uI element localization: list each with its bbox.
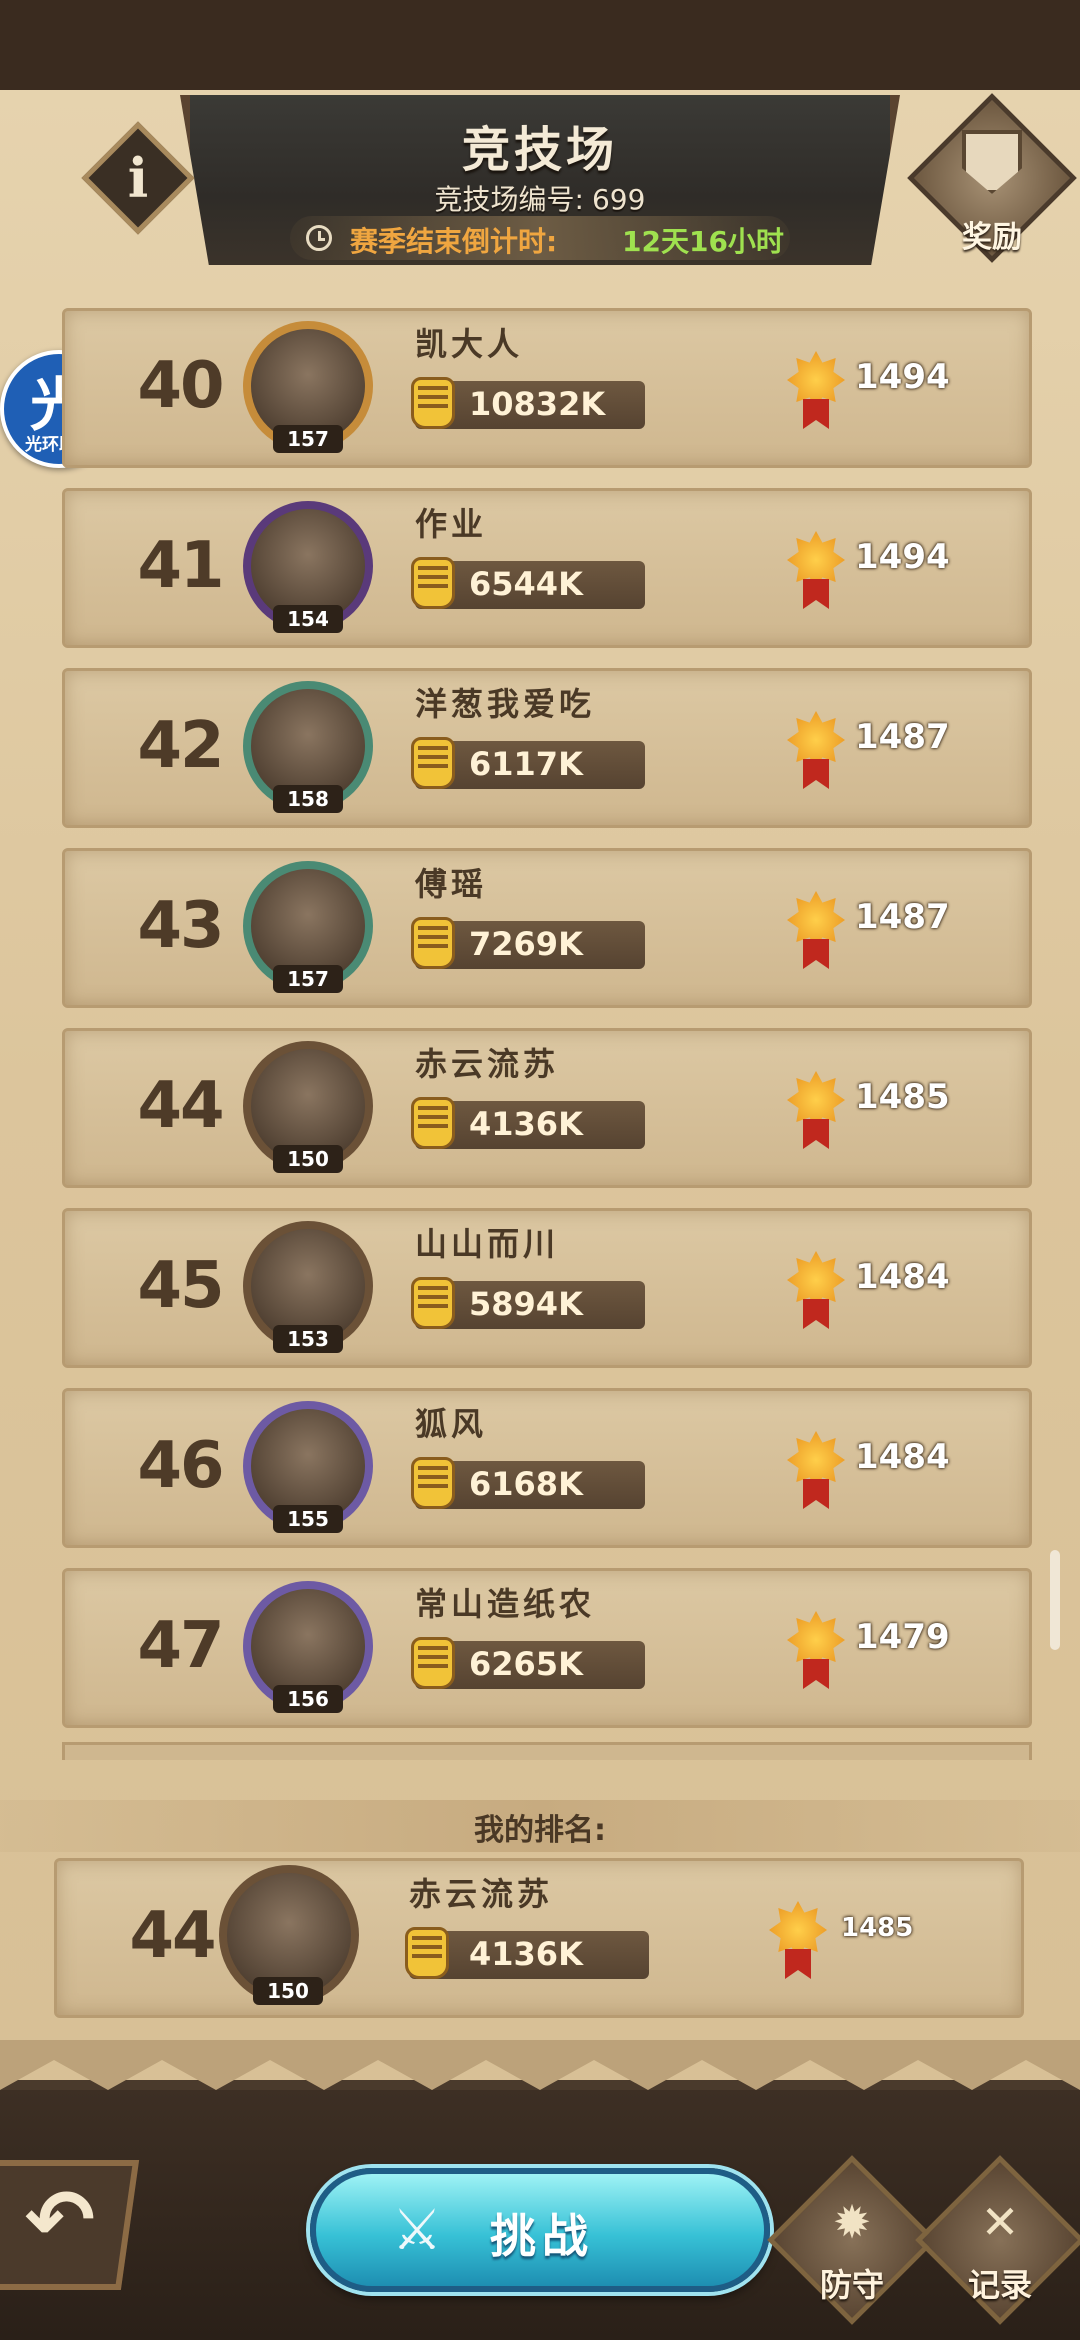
player-level-badge: 156 xyxy=(273,1685,343,1713)
medal-ribbon-icon xyxy=(803,1119,829,1149)
arena-points: 1485 xyxy=(841,1913,914,1943)
player-level-badge: 153 xyxy=(273,1325,343,1353)
rank-number: 43 xyxy=(137,889,224,963)
power-value: 7269K xyxy=(469,925,583,963)
fist-icon xyxy=(411,1097,455,1149)
power-value: 6265K xyxy=(469,1645,583,1683)
my-rank-label: 我的排名: xyxy=(474,1813,606,1848)
ranking-row[interactable]: 40 157 凯大人 10832K 1494 xyxy=(62,308,1032,468)
medal-ribbon-icon xyxy=(803,759,829,789)
player-name: 山山而川 xyxy=(415,1225,560,1263)
power-value: 10832K xyxy=(469,385,606,423)
season-countdown-value: 12天16小时 xyxy=(622,225,784,258)
player-level-badge: 150 xyxy=(253,1977,323,2005)
player-level-badge: 157 xyxy=(273,965,343,993)
arena-points: 1487 xyxy=(855,717,950,757)
sword-icon[interactable]: ⚔ xyxy=(382,2196,452,2266)
player-name: 作业 xyxy=(415,505,488,543)
fist-icon xyxy=(411,377,455,429)
ranking-row[interactable]: 41 154 作业 6544K 1494 xyxy=(62,488,1032,648)
arena-points: 1479 xyxy=(855,1617,950,1657)
fist-icon xyxy=(411,1637,455,1689)
arena-points: 1484 xyxy=(855,1257,950,1297)
arena-points: 1484 xyxy=(855,1437,950,1477)
power-value: 6117K xyxy=(469,745,583,783)
medal-ribbon-icon xyxy=(803,399,829,429)
fist-icon xyxy=(411,737,455,789)
player-level-badge: 157 xyxy=(273,425,343,453)
power-value: 6168K xyxy=(469,1465,583,1503)
player-name: 傅瑶 xyxy=(415,865,488,903)
medal-ribbon-icon xyxy=(803,1659,829,1689)
rank-number: 44 xyxy=(137,1069,224,1143)
ranking-row[interactable]: 46 155 狐风 6168K 1484 xyxy=(62,1388,1032,1548)
player-level-badge: 155 xyxy=(273,1505,343,1533)
clock-icon xyxy=(306,225,332,251)
rank-number: 41 xyxy=(137,529,224,603)
scrollbar[interactable] xyxy=(1050,1550,1060,1650)
ranking-row[interactable]: 44 150 赤云流苏 4136K 1485 xyxy=(62,1028,1032,1188)
arena-id-value: 699 xyxy=(591,183,646,216)
medal-ribbon-icon xyxy=(803,579,829,609)
rank-number: 47 xyxy=(137,1609,224,1683)
defense-label[interactable]: 防守 xyxy=(792,2260,912,2306)
ranking-row[interactable]: 47 156 常山造纸农 6265K 1479 xyxy=(62,1568,1032,1728)
power-value: 6544K xyxy=(469,565,583,603)
player-name: 狐风 xyxy=(415,1405,488,1443)
fist-icon xyxy=(411,1277,455,1329)
medal-ribbon-icon xyxy=(785,1949,811,1979)
rank-number: 42 xyxy=(137,709,224,783)
ranking-row-partial xyxy=(62,1742,1032,1760)
player-name: 赤云流苏 xyxy=(415,1045,560,1083)
power-value: 4136K xyxy=(469,1935,583,1973)
rank-number: 45 xyxy=(137,1249,224,1323)
reward-label[interactable]: 奖励 xyxy=(932,212,1052,256)
player-name: 赤云流苏 xyxy=(409,1875,554,1913)
shield-icon[interactable]: ✹ xyxy=(822,2192,882,2252)
arena-points: 1494 xyxy=(855,357,950,397)
record-label[interactable]: 记录 xyxy=(940,2260,1060,2306)
ranking-row[interactable]: 45 153 山山而川 5894K 1484 xyxy=(62,1208,1032,1368)
season-countdown-label: 赛季结束倒计时: xyxy=(350,225,558,258)
back-arrow-icon[interactable]: ↶ xyxy=(10,2170,110,2270)
info-icon[interactable]: i xyxy=(98,138,178,218)
ranking-row[interactable]: 43 157 傅瑶 7269K 1487 xyxy=(62,848,1032,1008)
arena-id-label: 竞技场编号: xyxy=(434,183,584,216)
player-name: 常山造纸农 xyxy=(415,1585,596,1623)
fist-icon xyxy=(411,557,455,609)
fist-icon xyxy=(405,1927,449,1979)
player-level-badge: 150 xyxy=(273,1145,343,1173)
power-value: 5894K xyxy=(469,1285,583,1323)
medal-ribbon-icon xyxy=(803,939,829,969)
arena-points: 1487 xyxy=(855,897,950,937)
player-name: 凯大人 xyxy=(415,325,524,363)
top-strip xyxy=(0,0,1080,90)
player-name: 洋葱我爱吃 xyxy=(415,685,596,723)
ranking-row[interactable]: 42 158 洋葱我爱吃 6117K 1487 xyxy=(62,668,1032,828)
player-level-badge: 158 xyxy=(273,785,343,813)
scroll-icon[interactable]: ✕ xyxy=(970,2192,1030,2252)
fist-icon xyxy=(411,1457,455,1509)
arena-points: 1485 xyxy=(855,1077,950,1117)
my-rank-row[interactable]: 44 150 赤云流苏 4136K 1485 xyxy=(54,1858,1024,2018)
rank-number: 46 xyxy=(137,1429,224,1503)
player-level-badge: 154 xyxy=(273,605,343,633)
rank-number: 40 xyxy=(137,349,224,423)
medal-ribbon-icon xyxy=(803,1479,829,1509)
medal-ribbon-icon xyxy=(803,1299,829,1329)
power-value: 4136K xyxy=(469,1105,583,1143)
arena-points: 1494 xyxy=(855,537,950,577)
fist-icon xyxy=(411,917,455,969)
challenge-label[interactable]: 挑战 xyxy=(490,2200,594,2266)
